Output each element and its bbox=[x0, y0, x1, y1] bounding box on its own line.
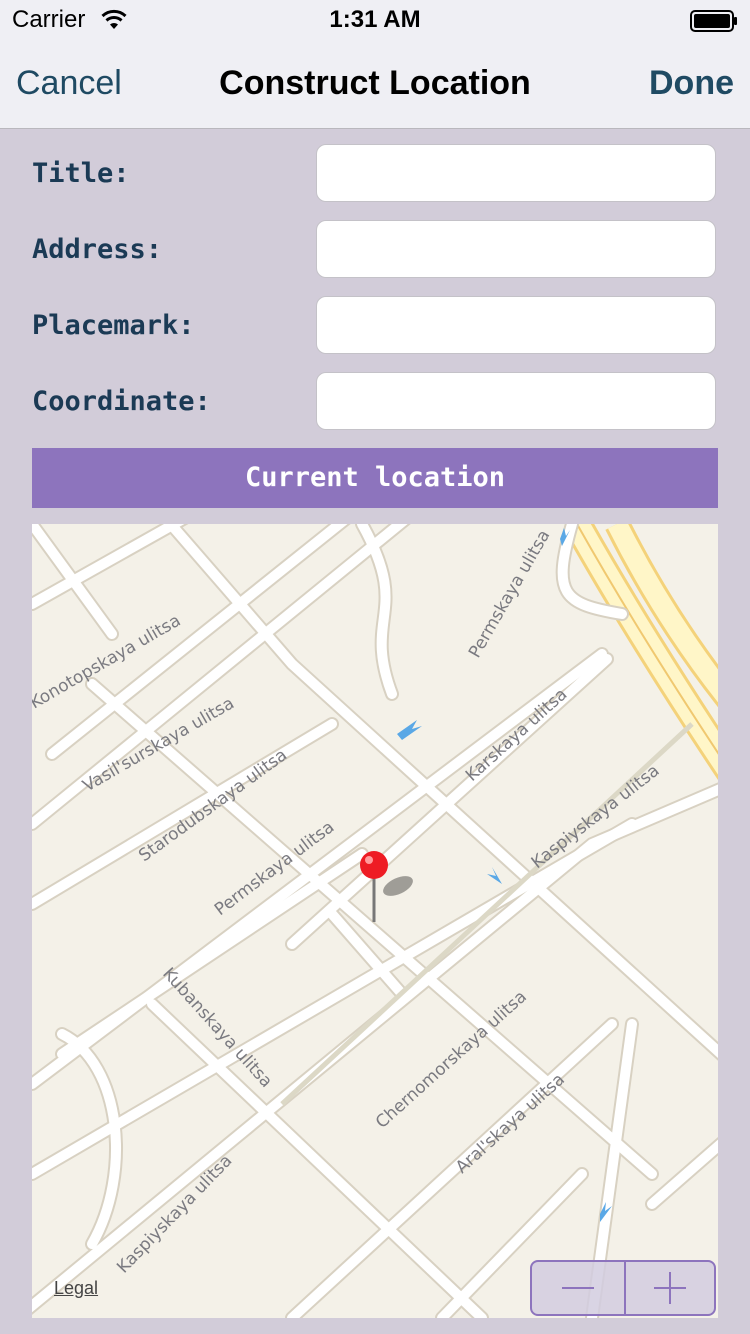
map-view[interactable]: Konotopskaya ulitsa Vasil'surskaya ulits… bbox=[32, 524, 718, 1318]
title-label: Title: bbox=[32, 158, 130, 189]
zoom-in-button[interactable] bbox=[626, 1262, 714, 1314]
form-row-coordinate: Coordinate: bbox=[32, 372, 718, 432]
arrow-icon bbox=[397, 720, 422, 740]
coordinate-field[interactable] bbox=[316, 372, 716, 430]
arrow-icon bbox=[487, 867, 502, 884]
page-title: Construct Location bbox=[219, 64, 531, 102]
legal-link[interactable]: Legal bbox=[54, 1278, 98, 1299]
current-location-button[interactable]: Current location bbox=[32, 448, 718, 508]
navigation-bar: Cancel Construct Location Done bbox=[0, 40, 750, 129]
status-time: 1:31 AM bbox=[329, 6, 421, 33]
title-field[interactable] bbox=[316, 144, 716, 202]
street-label: Kaspiyskaya ulitsa bbox=[113, 1151, 236, 1278]
form-row-title: Title: bbox=[32, 144, 718, 204]
zoom-out-button[interactable] bbox=[532, 1262, 624, 1314]
form-row-placemark: Placemark: bbox=[32, 296, 718, 356]
minus-icon bbox=[562, 1287, 594, 1289]
street-label: Starodubskaya ulitsa bbox=[135, 745, 291, 866]
zoom-control bbox=[530, 1260, 716, 1316]
coordinate-label: Coordinate: bbox=[32, 386, 211, 417]
placemark-label: Placemark: bbox=[32, 310, 195, 341]
street-label: Permskaya ulitsa bbox=[465, 527, 554, 662]
form-row-address: Address: bbox=[32, 220, 718, 280]
done-button[interactable]: Done bbox=[649, 64, 734, 103]
address-field[interactable] bbox=[316, 220, 716, 278]
street-label: Aral'skaya ulitsa bbox=[452, 1070, 569, 1178]
map-canvas[interactable]: Konotopskaya ulitsa Vasil'surskaya ulits… bbox=[32, 524, 718, 1318]
placemark-field[interactable] bbox=[316, 296, 716, 354]
street-label: Karskaya ulitsa bbox=[462, 684, 571, 785]
battery-icon bbox=[690, 10, 737, 32]
status-bar: Carrier 1:31 AM bbox=[0, 0, 750, 40]
plus-icon bbox=[654, 1272, 686, 1304]
address-label: Address: bbox=[32, 234, 163, 265]
